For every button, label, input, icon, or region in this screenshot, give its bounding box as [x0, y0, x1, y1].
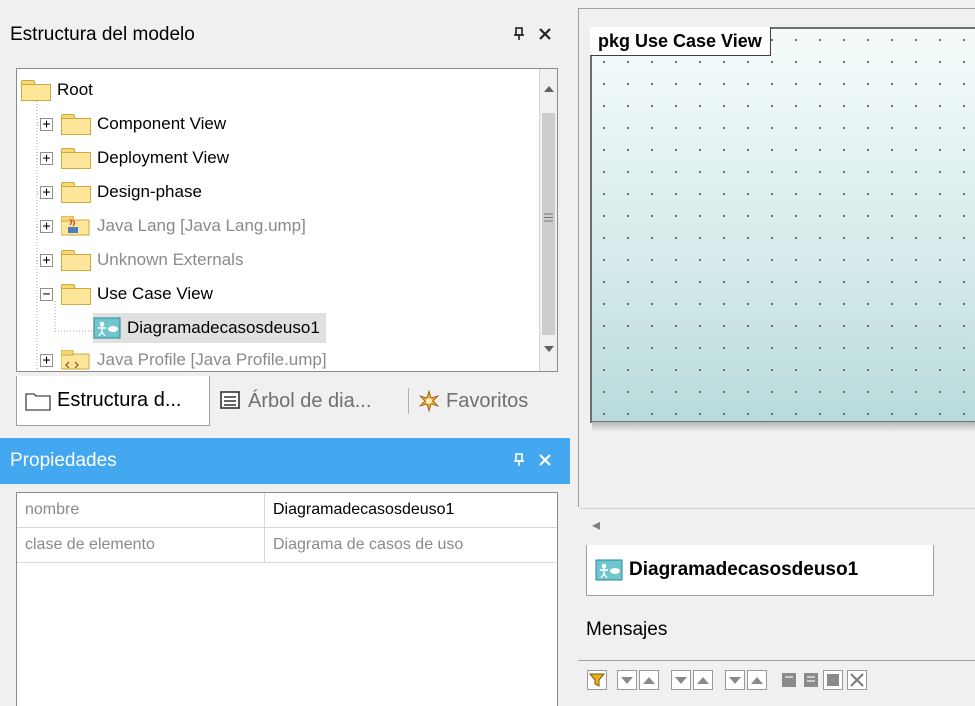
tree-item-java-profile[interactable]: + Java Profile [Java Profile.ump]: [40, 345, 327, 371]
tab-label: Estructura d...: [57, 389, 182, 411]
model-tree-header: Estructura del modelo: [0, 14, 570, 56]
property-key: nombre: [17, 493, 265, 527]
tree-item-design-phase[interactable]: + Design-phase: [40, 177, 202, 207]
close-icon[interactable]: [532, 451, 558, 472]
diagram-tab-label: Diagramadecasosdeuso1: [629, 559, 859, 580]
tree-item-label: Java Lang [Java Lang.ump]: [97, 216, 306, 235]
expand-icon[interactable]: +: [40, 185, 53, 199]
scroll-left-icon[interactable]: ◂: [592, 515, 600, 535]
next-warning-icon[interactable]: [690, 667, 716, 693]
tree-item-label: Component View: [97, 114, 227, 133]
tree-item-diagramadecasosdeuso1[interactable]: Diagramadecasosdeuso1: [93, 313, 326, 343]
copy-selected-icon[interactable]: [820, 667, 846, 693]
folder-icon: [61, 284, 91, 305]
model-tree: Root + Component View + Deployment View …: [16, 68, 558, 372]
use-case-diagram-icon: [595, 559, 623, 581]
tree-item-use-case-view[interactable]: − Use Case View: [40, 279, 213, 309]
java-icon: [60, 215, 91, 236]
package-frame-label: pkg Use Case View: [590, 27, 771, 56]
diagram-tab[interactable]: Diagramadecasosdeuso1: [586, 545, 934, 596]
pin-icon[interactable]: [506, 25, 532, 46]
tree-item-label: Diagramadecasosdeuso1: [127, 318, 320, 337]
expand-icon[interactable]: +: [40, 353, 53, 367]
next-info-icon[interactable]: [744, 667, 770, 693]
scroll-up-icon[interactable]: [544, 85, 554, 93]
tree-item-deployment-view[interactable]: + Deployment View: [40, 143, 229, 173]
close-icon[interactable]: [532, 25, 558, 46]
messages-toolbar: [578, 660, 975, 706]
left-column: Estructura del modelo Root + Component V…: [0, 0, 570, 706]
property-row-nombre[interactable]: nombre Diagramadecasosdeuso1: [17, 493, 557, 528]
folder-icon: [61, 250, 91, 271]
tree-item-label: Java Profile [Java Profile.ump]: [97, 350, 327, 369]
tree-item-label: Design-phase: [97, 182, 202, 201]
tab-estructura[interactable]: Estructura d...: [16, 376, 210, 426]
tab-label: Árbol de dia...: [248, 389, 372, 412]
tree-item-java-lang[interactable]: + Java Lang [Java Lang.ump]: [40, 211, 306, 241]
messages-header: Mensajes: [578, 608, 975, 652]
next-error-icon[interactable]: [636, 667, 662, 693]
tree-item-root[interactable]: Root: [21, 75, 93, 105]
expand-icon[interactable]: +: [40, 151, 53, 165]
tree-item-unknown-externals[interactable]: + Unknown Externals: [40, 245, 243, 275]
folder-icon: [21, 80, 51, 101]
canvas-shadow: [592, 422, 975, 432]
profile-icon: [60, 349, 91, 370]
scroll-thumb[interactable]: [542, 113, 555, 335]
properties-header: Propiedades: [0, 438, 570, 484]
tab-favoritos[interactable]: Favoritos: [418, 376, 566, 426]
property-value[interactable]: Diagramadecasosdeuso1: [265, 501, 454, 519]
tree-item-component-view[interactable]: + Component View: [40, 109, 226, 139]
expand-icon[interactable]: +: [40, 117, 53, 131]
diagram-horizontal-scrollbar[interactable]: ◂: [580, 508, 975, 541]
property-row-clase[interactable]: clase de elemento Diagrama de casos de u…: [17, 528, 557, 563]
grip-icon: [544, 213, 553, 222]
tab-arbol-diagramas[interactable]: Árbol de dia...: [220, 376, 410, 426]
tab-label: Favoritos: [446, 389, 529, 412]
expand-icon[interactable]: +: [40, 253, 53, 267]
model-tabs: Estructura d... Árbol de dia... Favorito…: [16, 376, 566, 426]
properties-grid: nombre Diagramadecasosdeuso1 clase de el…: [16, 492, 558, 706]
messages-title: Mensajes: [586, 619, 668, 640]
folder-outline-icon: [25, 392, 51, 411]
properties-title: Propiedades: [10, 450, 117, 471]
folder-icon: [61, 114, 91, 135]
folder-icon: [61, 148, 91, 169]
scroll-down-icon[interactable]: [544, 345, 554, 353]
filter-icon[interactable]: [584, 667, 610, 693]
tree-vertical-scrollbar[interactable]: [539, 69, 557, 371]
tree-item-label: Unknown Externals: [97, 250, 244, 269]
tree-item-label: Use Case View: [97, 284, 213, 303]
model-tree-title: Estructura del modelo: [10, 24, 195, 45]
tree-item-label: Root: [57, 80, 93, 99]
property-value: Diagrama de casos de uso: [273, 536, 464, 553]
tree-item-label: Deployment View: [97, 148, 229, 167]
collapse-icon[interactable]: −: [40, 287, 53, 301]
clear-icon[interactable]: [844, 667, 870, 693]
tab-divider: [408, 388, 409, 414]
expand-icon[interactable]: +: [40, 219, 53, 233]
property-key: clase de elemento: [17, 528, 265, 562]
pin-icon[interactable]: [506, 451, 532, 472]
diagram-canvas[interactable]: [590, 27, 975, 423]
use-case-diagram-icon: [93, 317, 121, 339]
favorites-icon: [418, 390, 440, 412]
diagram-tree-icon: [220, 391, 240, 409]
folder-icon: [61, 182, 91, 203]
